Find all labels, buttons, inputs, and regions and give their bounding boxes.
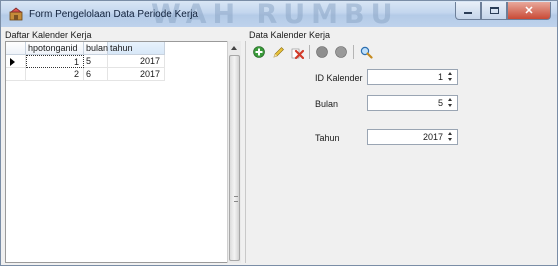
app-icon [9, 7, 23, 21]
caption-buttons: ✕ [455, 2, 551, 20]
spin-down-icon[interactable] [448, 104, 452, 107]
spin-up-icon[interactable] [448, 132, 452, 135]
toolbar-separator [353, 45, 354, 59]
toolbar [252, 45, 378, 59]
add-button[interactable] [252, 45, 266, 59]
bulan-value: 5 [437, 98, 443, 108]
cell-tahun[interactable]: 2017 [108, 55, 165, 68]
spin-down-icon[interactable] [448, 138, 452, 141]
cancel-button[interactable] [334, 45, 348, 59]
table-row[interactable]: 1 5 2017 [6, 55, 165, 68]
cell-id[interactable]: 1 [26, 55, 84, 68]
spin-down-icon[interactable] [448, 78, 452, 81]
search-button[interactable] [359, 45, 373, 59]
list-panel-label: Daftar Kalender Kerja [5, 30, 92, 40]
scroll-thumb[interactable] [229, 55, 240, 261]
close-icon: ✕ [524, 5, 534, 17]
app-window: WAH RUMBU Form Pengelolaan Data Periode … [0, 0, 558, 266]
save-button[interactable] [315, 45, 329, 59]
id-kalender-spin-arrows[interactable] [446, 71, 455, 83]
id-kalender-label: ID Kalender [315, 73, 363, 83]
edit-button[interactable] [271, 45, 285, 59]
scroll-grip-icon [234, 196, 238, 202]
grid-header-corner [6, 42, 26, 55]
scroll-up-icon[interactable] [231, 46, 237, 50]
cell-id[interactable]: 2 [26, 68, 84, 81]
grid-header: hpotonganid bulan tahun [6, 42, 186, 55]
maximize-icon [489, 7, 499, 14]
save-icon [316, 46, 328, 58]
grid-scrollbar[interactable] [227, 41, 241, 263]
row-indicator [6, 55, 26, 68]
cancel-icon [335, 46, 347, 58]
tahun-spin-arrows[interactable] [446, 131, 455, 143]
bulan-spinner[interactable]: 5 [367, 95, 458, 111]
window-title: Form Pengelolaan Data Periode Kerja [29, 9, 198, 20]
cell-bulan[interactable]: 6 [84, 68, 108, 81]
detail-panel: ID Kalender 1 Bulan 5 Tahun 2017 [245, 41, 557, 263]
search-icon [360, 46, 373, 59]
minimize-button[interactable] [455, 2, 481, 20]
bulan-spin-arrows[interactable] [446, 97, 455, 109]
minimize-icon [464, 12, 472, 14]
bulan-label: Bulan [315, 99, 339, 109]
tahun-value: 2017 [422, 132, 443, 142]
id-kalender-value: 1 [437, 72, 443, 82]
spin-up-icon[interactable] [448, 98, 452, 101]
column-header-tahun[interactable]: tahun [108, 42, 165, 55]
cell-bulan[interactable]: 5 [84, 55, 108, 68]
edit-icon [273, 46, 284, 57]
spin-up-icon[interactable] [448, 72, 452, 75]
id-kalender-spinner[interactable]: 1 [367, 69, 458, 85]
calendar-grid[interactable]: hpotonganid bulan tahun 1 5 2017 2 6 201… [5, 41, 241, 263]
close-button[interactable]: ✕ [507, 2, 551, 20]
title-bar[interactable]: WAH RUMBU Form Pengelolaan Data Periode … [1, 0, 557, 30]
tahun-label: Tahun [315, 133, 340, 143]
table-row[interactable]: 2 6 2017 [6, 68, 165, 81]
current-row-arrow-icon [10, 58, 15, 66]
detail-panel-label: Data Kalender Kerja [249, 30, 331, 40]
delete-button[interactable] [290, 45, 304, 59]
row-indicator [6, 68, 26, 81]
tahun-spinner[interactable]: 2017 [367, 129, 458, 145]
column-header-hpotonganid[interactable]: hpotonganid [26, 42, 84, 55]
maximize-button[interactable] [481, 2, 507, 20]
add-icon [253, 46, 265, 58]
column-header-bulan[interactable]: bulan [84, 42, 108, 55]
delete-icon [291, 48, 304, 59]
toolbar-separator [309, 45, 310, 59]
cell-tahun[interactable]: 2017 [108, 68, 165, 81]
